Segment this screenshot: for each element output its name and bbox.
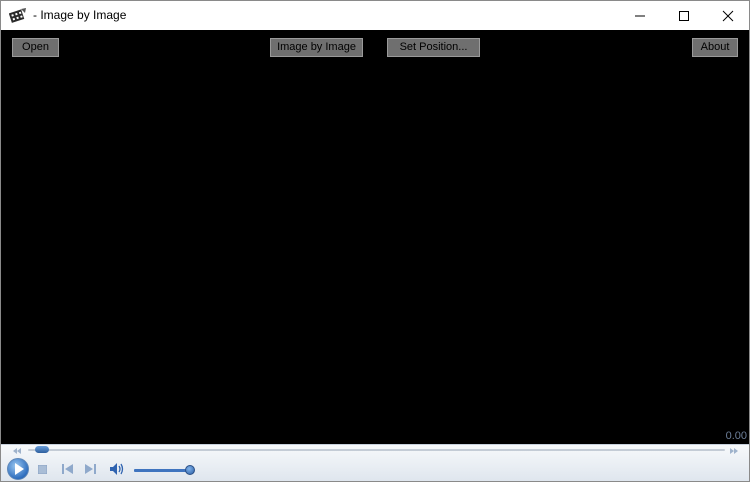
maximize-icon: [679, 11, 689, 21]
volume-slider[interactable]: [134, 469, 190, 472]
set-position-button[interactable]: Set Position...: [387, 38, 480, 57]
app-window: - Image by Image Open Image by Image Set…: [0, 0, 750, 482]
title-bar[interactable]: - Image by Image: [1, 1, 749, 30]
seek-thumb[interactable]: [34, 446, 49, 453]
play-button[interactable]: [7, 458, 29, 480]
next-icon[interactable]: [85, 464, 96, 474]
minimize-icon: [635, 15, 645, 17]
time-readout: 0.00: [725, 430, 747, 442]
window-title: - Image by Image: [33, 8, 127, 22]
maximize-button[interactable]: [661, 1, 707, 30]
stop-icon[interactable]: [38, 465, 47, 474]
open-button[interactable]: Open: [12, 38, 59, 57]
volume-icon[interactable]: [110, 463, 124, 475]
film-strip-icon: [9, 8, 26, 23]
close-button[interactable]: [705, 1, 749, 30]
volume-thumb[interactable]: [184, 465, 195, 475]
about-button[interactable]: About: [692, 38, 738, 57]
image-by-image-button[interactable]: Image by Image: [270, 38, 363, 57]
close-icon: [722, 10, 734, 22]
rewind-icon[interactable]: [12, 448, 22, 454]
previous-icon[interactable]: [62, 464, 73, 474]
minimize-button[interactable]: [617, 1, 663, 30]
play-icon: [15, 463, 24, 475]
fast-forward-icon[interactable]: [729, 448, 739, 454]
player-controls: [1, 444, 749, 481]
seek-bar[interactable]: [28, 449, 725, 451]
video-display: Open Image by Image Set Position... Abou…: [1, 30, 749, 444]
